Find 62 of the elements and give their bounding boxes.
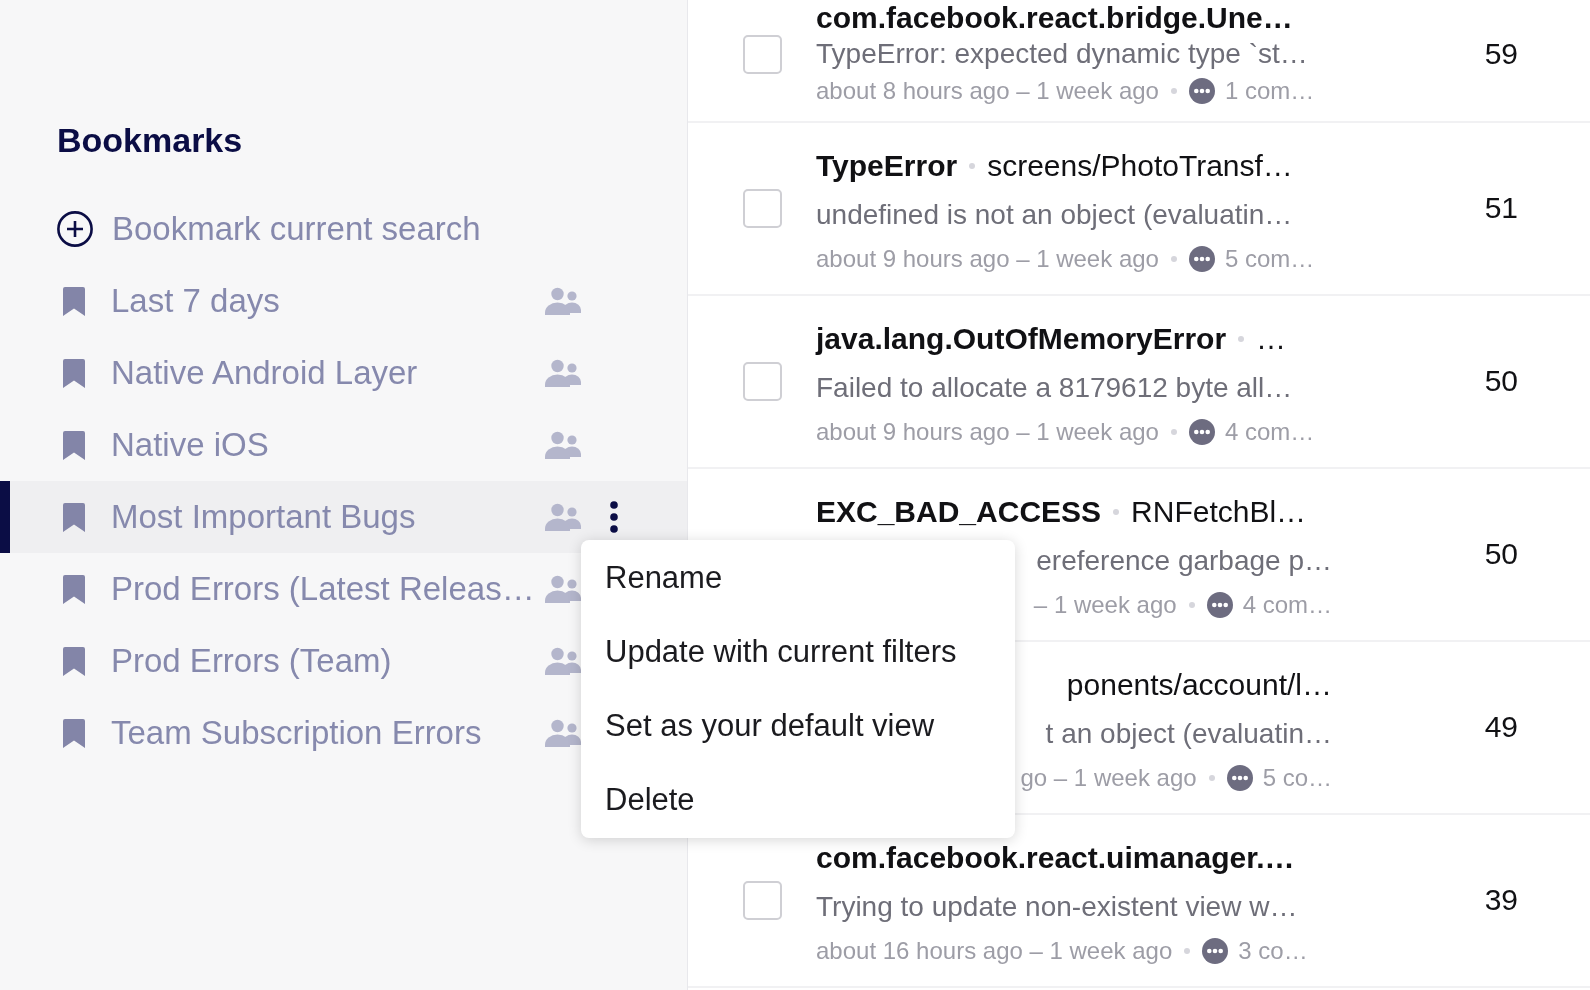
error-message: ereference garbage p…	[1036, 544, 1332, 578]
bookmark-icon	[63, 646, 85, 676]
time-range: go – 1 week ago	[1020, 763, 1197, 793]
bookmark-item[interactable]: Most Important Bugs	[0, 481, 687, 553]
error-type: com.facebook.react.bridge.Une…	[816, 0, 1293, 36]
dots-circle-icon	[1206, 592, 1233, 618]
event-count: 59	[1484, 36, 1518, 72]
event-count: 51	[1484, 190, 1518, 226]
comment-count: 5 com…	[1224, 244, 1315, 274]
event-count: 39	[1484, 882, 1518, 918]
comment-count: 5 co…	[1262, 763, 1332, 793]
checkbox[interactable]	[743, 189, 782, 228]
time-range: about 16 hours ago – 1 week ago	[816, 936, 1173, 966]
bookmark-icon	[63, 574, 85, 604]
error-location: screens/PhotoTransf…	[987, 148, 1293, 184]
error-message: TypeError: expected dynamic type `st…	[816, 37, 1308, 71]
error-location: …	[1256, 321, 1287, 357]
checkbox[interactable]	[743, 35, 782, 74]
menu-item[interactable]: Set as your default view	[581, 689, 1015, 763]
bookmark-item[interactable]: Native iOS	[0, 409, 687, 481]
bookmark-icon	[63, 286, 85, 316]
error-location: RNFetchBl…	[1131, 494, 1307, 530]
error-type: com.facebook.react.uimanager.…	[816, 840, 1295, 876]
dots-circle-icon	[1226, 765, 1253, 791]
event-count: 50	[1484, 363, 1518, 399]
dots-circle-icon	[1188, 246, 1215, 272]
error-message: t an object (evaluatin…	[1045, 717, 1332, 751]
bookmark-icon	[63, 718, 85, 748]
comment-count: 3 co…	[1238, 936, 1308, 966]
bookmark-icon	[63, 430, 85, 460]
more-options-button[interactable]	[609, 501, 619, 533]
checkbox[interactable]	[743, 362, 782, 401]
bookmark-item[interactable]: Native Android Layer	[0, 337, 687, 409]
time-range: about 9 hours ago – 1 week ago	[816, 417, 1159, 447]
error-type: EXC_BAD_ACCESS	[816, 494, 1102, 530]
bookmark-icon	[63, 502, 85, 532]
comment-count: 4 com…	[1242, 590, 1332, 620]
dots-circle-icon	[1188, 419, 1215, 445]
comment-count: 1 com…	[1224, 76, 1315, 106]
event-count: 49	[1484, 709, 1518, 745]
bookmark-icon	[63, 358, 85, 388]
menu-item[interactable]: Update with current filters	[581, 615, 1015, 689]
sidebar-heading: Bookmarks	[57, 120, 243, 160]
time-range: – 1 week ago	[1033, 590, 1177, 620]
checkbox[interactable]	[743, 881, 782, 920]
time-range: about 8 hours ago – 1 week ago	[816, 76, 1159, 106]
bookmark-item[interactable]: Last 7 days	[0, 265, 687, 337]
error-type: java.lang.OutOfMemoryError	[816, 321, 1227, 357]
plus-circle-icon	[57, 211, 93, 247]
error-message: Trying to update non-existent view w…	[816, 890, 1298, 924]
dots-circle-icon	[1202, 938, 1229, 964]
error-message: undefined is not an object (evaluatin…	[816, 198, 1293, 232]
time-range: about 9 hours ago – 1 week ago	[816, 244, 1159, 274]
menu-item[interactable]: Delete	[581, 763, 1015, 837]
dots-circle-icon	[1188, 78, 1215, 104]
error-message: Failed to allocate a 8179612 byte all…	[816, 371, 1293, 405]
bookmark-search-button[interactable]: Bookmark current search	[0, 193, 687, 265]
event-count: 50	[1484, 536, 1518, 572]
vertical-dots-icon	[609, 501, 619, 533]
error-type: TypeError	[816, 148, 958, 184]
error-location: ponents/account/l…	[1066, 667, 1332, 703]
comment-count: 4 com…	[1224, 417, 1315, 447]
